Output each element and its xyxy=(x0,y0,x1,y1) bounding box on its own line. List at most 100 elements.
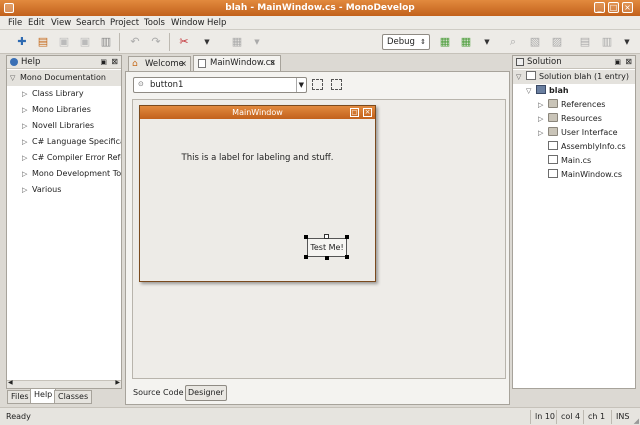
menu-tools[interactable]: Tools xyxy=(144,17,165,29)
solution-item[interactable]: MainWindow.cs xyxy=(513,168,635,182)
solution-tree: ▽ Solution blah (1 entry) ▽ blah ▷ Referenc… xyxy=(513,69,635,182)
solution-item[interactable]: ▷ Resources xyxy=(513,112,635,126)
expand-icon[interactable]: ▷ xyxy=(538,98,548,112)
help-tree-item[interactable]: ▷ C# Compiler Error Refe xyxy=(10,150,121,166)
help-icon xyxy=(10,58,18,66)
selection-handle[interactable] xyxy=(324,234,329,239)
expand-icon[interactable]: ▷ xyxy=(22,135,32,150)
solution-item[interactable]: ▷ User Interface xyxy=(513,126,635,140)
collapse-icon[interactable]: ▽ xyxy=(516,70,526,84)
scroll-left-icon[interactable]: ◀ xyxy=(8,379,13,386)
build-all-icon[interactable]: ▦ xyxy=(458,34,474,50)
close-button[interactable]: × xyxy=(622,2,633,13)
form-test-button[interactable]: Test Me! xyxy=(307,238,347,257)
form-close-icon[interactable]: × xyxy=(363,108,372,117)
menu-project[interactable]: Project xyxy=(110,17,139,29)
configuration-select[interactable]: Debug ⇕ xyxy=(382,34,430,50)
paste-icon[interactable]: ▦ xyxy=(229,34,245,50)
expand-icon[interactable]: ▷ xyxy=(22,103,32,118)
selection-handle[interactable] xyxy=(345,235,349,239)
replace-icon[interactable]: ▧ xyxy=(527,34,543,50)
redo-icon[interactable]: ↷ xyxy=(148,34,164,50)
toolbar-separator xyxy=(119,33,120,51)
window-title: blah - MainWindow.cs - MonoDevelop xyxy=(225,3,415,13)
menu-edit[interactable]: Edit xyxy=(28,17,44,29)
collapse-icon[interactable]: ▽ xyxy=(10,71,20,86)
help-tree-item[interactable]: ▷ Class Library xyxy=(10,86,121,102)
selection-handle[interactable] xyxy=(325,256,329,260)
help-tree-item[interactable]: ▷ C# Language Specifica xyxy=(10,134,121,150)
solution-item[interactable]: ▷ References xyxy=(513,98,635,112)
status-mode: INS xyxy=(611,410,633,424)
scroll-right-icon[interactable]: ▶ xyxy=(115,379,120,386)
align-grid-icon[interactable] xyxy=(331,79,342,90)
selection-handle[interactable] xyxy=(304,235,308,239)
options-icon[interactable]: ▤ xyxy=(577,34,593,50)
form-maximize-icon[interactable]: □ xyxy=(350,108,359,117)
close-icon[interactable]: ⊠ xyxy=(111,56,118,68)
help-tree-item[interactable]: ▷ Mono Libraries xyxy=(10,102,121,118)
align-icon[interactable] xyxy=(312,79,323,90)
project-node[interactable]: ▽ blah xyxy=(513,84,635,98)
close-tab-icon[interactable]: × xyxy=(180,57,187,71)
status-line: ln 10 xyxy=(530,410,556,424)
expand-icon[interactable]: ▷ xyxy=(538,112,548,126)
maximize-button[interactable]: □ xyxy=(608,2,619,13)
collapse-icon[interactable]: ▽ xyxy=(526,84,536,98)
tab-files[interactable]: Files xyxy=(7,390,33,404)
chevron-down-icon[interactable]: ▼ xyxy=(622,34,632,50)
save-icon[interactable]: ▣ xyxy=(56,34,72,50)
tab-help[interactable]: Help xyxy=(30,389,57,404)
expand-icon[interactable]: ▷ xyxy=(22,119,32,134)
dock-icon[interactable]: ▣ xyxy=(614,56,621,68)
menu-window[interactable]: Window xyxy=(171,17,205,29)
expand-icon[interactable]: ▷ xyxy=(22,151,32,166)
minimize-button[interactable]: _ xyxy=(594,2,605,13)
tab-source-code[interactable]: Source Code xyxy=(131,386,186,401)
menu-help[interactable]: Help xyxy=(207,17,226,29)
open-file-icon[interactable]: ▤ xyxy=(35,34,51,50)
new-file-icon[interactable]: ✚ xyxy=(14,34,30,50)
solution-item[interactable]: AssemblyInfo.cs xyxy=(513,140,635,154)
chevron-down-icon[interactable]: ▼ xyxy=(252,34,262,50)
resize-grip-icon[interactable]: ◢ xyxy=(634,417,639,425)
help-tree-root[interactable]: ▽ Mono Documentation xyxy=(7,70,121,86)
solution-panel-title: Solution xyxy=(527,57,562,67)
tab-welcome[interactable]: ⌂ Welcome × xyxy=(128,56,191,72)
find-in-files-icon[interactable]: ▨ xyxy=(549,34,565,50)
help-panel-header: Help ▣ ⊠ xyxy=(7,56,121,69)
close-tab-icon[interactable]: × xyxy=(269,56,276,70)
tab-designer[interactable]: Designer xyxy=(185,385,227,401)
close-icon[interactable]: ⊠ xyxy=(625,56,632,68)
tab-classes[interactable]: Classes xyxy=(54,390,93,404)
help-tree-item[interactable]: ▷ Various xyxy=(10,182,121,198)
widget-select[interactable]: ⊙ button1 ▼ xyxy=(133,77,307,93)
chevron-down-icon[interactable]: ▼ xyxy=(482,34,492,50)
save-all-icon[interactable]: ▣ xyxy=(77,34,93,50)
expand-icon[interactable]: ▷ xyxy=(22,87,32,102)
expand-icon[interactable]: ▷ xyxy=(538,126,548,140)
expand-icon[interactable]: ▷ xyxy=(22,183,32,198)
menu-search[interactable]: Search xyxy=(76,17,105,29)
help-tree-item[interactable]: ▷ Mono Development Too xyxy=(10,166,121,182)
selection-handle[interactable] xyxy=(304,255,308,259)
print-icon[interactable]: ▥ xyxy=(98,34,114,50)
menu-view[interactable]: View xyxy=(51,17,71,29)
expand-icon[interactable]: ▷ xyxy=(22,167,32,182)
properties-icon[interactable]: ▥ xyxy=(599,34,615,50)
solution-root[interactable]: ▽ Solution blah (1 entry) xyxy=(513,70,635,84)
undo-icon[interactable]: ↶ xyxy=(127,34,143,50)
chevron-down-icon[interactable]: ▼ xyxy=(202,34,212,50)
menu-file[interactable]: File xyxy=(8,17,22,29)
build-icon[interactable]: ▦ xyxy=(437,34,453,50)
cut-icon[interactable]: ✂ xyxy=(176,34,192,50)
form-window[interactable]: MainWindow □ × This is a label for label… xyxy=(139,105,376,282)
chevron-down-icon[interactable]: ▼ xyxy=(295,78,304,92)
horizontal-scrollbar[interactable]: ◀ ▶ xyxy=(7,379,121,388)
find-icon[interactable]: ⌕ xyxy=(505,34,521,50)
dock-icon[interactable]: ▣ xyxy=(100,56,107,68)
tab-mainwindow-cs[interactable]: MainWindow.cs × xyxy=(193,55,281,72)
solution-item[interactable]: Main.cs xyxy=(513,154,635,168)
selection-handle[interactable] xyxy=(345,255,349,259)
help-tree-item[interactable]: ▷ Novell Libraries xyxy=(10,118,121,134)
